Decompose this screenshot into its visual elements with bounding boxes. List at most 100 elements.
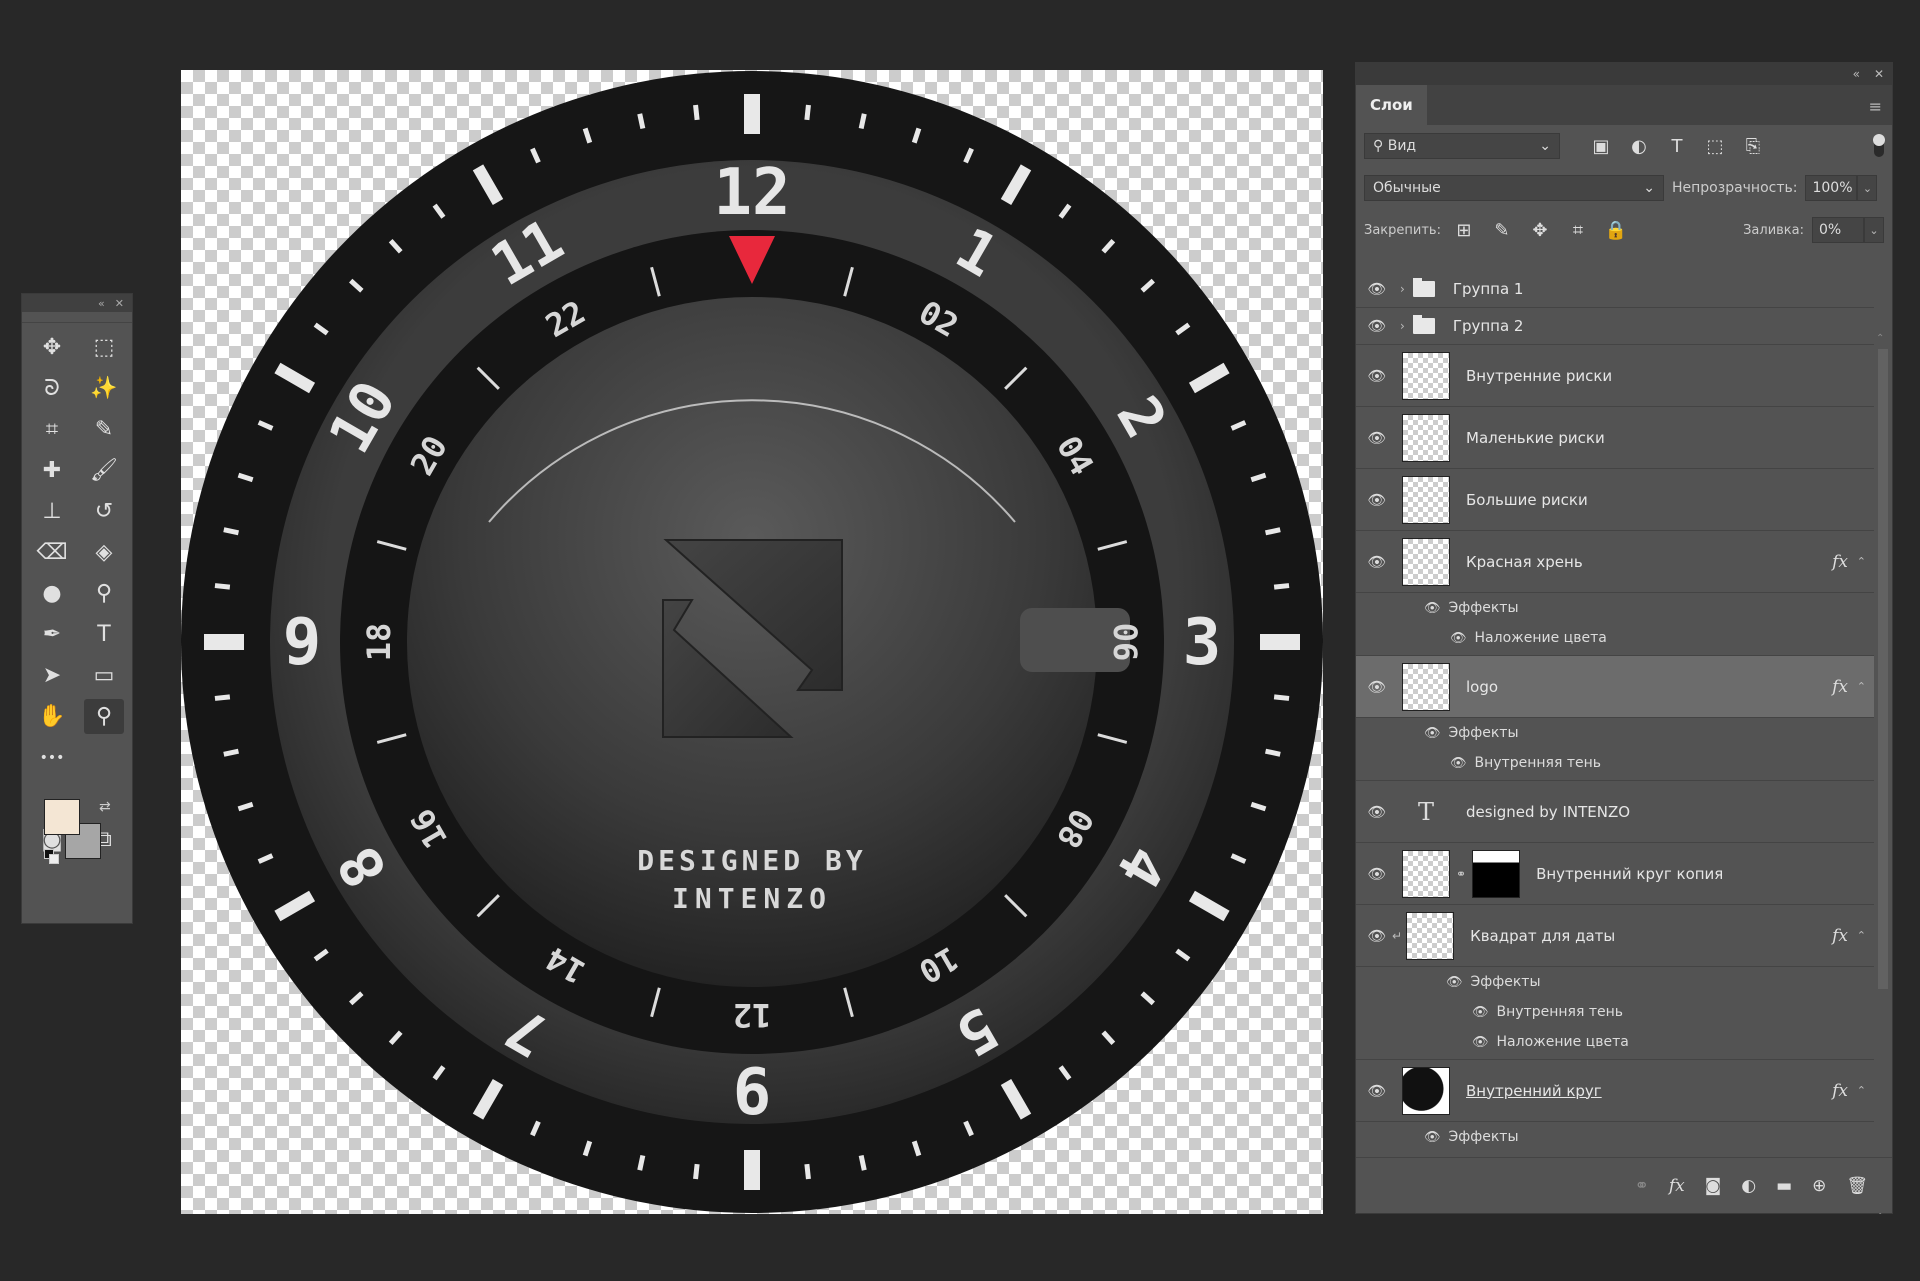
lock-pixels-icon[interactable]: ⊞ [1449,220,1479,241]
visibility-eye-icon[interactable]: 👁 [1356,803,1398,821]
layer-row[interactable]: 👁 ↵ Квадрат для даты fx ⌃ [1356,905,1874,967]
close-icon[interactable]: ✕ [1874,67,1884,81]
visibility-eye-icon[interactable]: 👁 [1356,280,1398,298]
chevron-up-icon[interactable]: ⌃ [1857,929,1866,942]
visibility-eye-icon[interactable]: 👁 [1356,553,1398,571]
new-group-icon[interactable]: ▬ [1776,1176,1792,1196]
effect-item[interactable]: 👁 Внутренняя тень [1356,997,1874,1027]
visibility-eye-icon[interactable]: 👁 [1356,491,1398,509]
zoom-icon[interactable]: ⚲ [84,699,124,734]
eraser-icon[interactable]: ⌫ [26,532,78,573]
pen-icon[interactable]: ✒ [26,614,78,655]
layer-row[interactable]: 👁 Красная хрень fx ⌃ [1356,531,1874,593]
chevron-up-icon[interactable]: ⌃ [1857,680,1866,693]
fill-slider-toggle[interactable]: ⌄ [1864,217,1884,243]
layer-row[interactable]: 👁 Маленькие риски [1356,407,1874,469]
lasso-icon[interactable]: ᘐ [26,368,78,409]
stamp-icon[interactable]: ⊥ [26,491,78,532]
layer-row[interactable]: 👁 › Группа 1 [1356,271,1874,308]
visibility-eye-icon[interactable]: 👁 [1356,317,1398,335]
hand-icon[interactable]: ✋ [26,696,78,737]
visibility-eye-icon[interactable]: 👁 [1424,1130,1441,1145]
layer-row[interactable]: 👁 Внутренние риски [1356,345,1874,407]
filter-kind-select[interactable]: ⚲ Вид ⌄ [1364,133,1560,159]
visibility-eye-icon[interactable]: 👁 [1356,367,1398,385]
filter-toggle[interactable] [1873,134,1885,157]
layer-mask-thumbnail[interactable] [1472,849,1521,898]
visibility-eye-icon[interactable]: 👁 [1356,678,1398,696]
visibility-eye-icon[interactable]: 👁 [1356,429,1398,447]
dodge-icon[interactable]: ⚲ [78,573,130,614]
eyedropper-icon[interactable]: ✎ [78,409,130,450]
crop-icon[interactable]: ⌗ [26,409,78,450]
filter-image-icon[interactable]: ▣ [1586,136,1616,157]
visibility-eye-icon[interactable]: 👁 [1424,601,1441,616]
add-style-icon[interactable]: fx [1669,1176,1685,1196]
effects-header[interactable]: 👁 Эффекты [1356,1122,1874,1147]
link-layers-icon[interactable]: ⚭ [1635,1176,1649,1196]
scroll-up-icon[interactable]: ⌃ [1876,333,1884,344]
layer-row[interactable]: 👁 ⚭ Внутренний круг копия [1356,843,1874,905]
path-select-icon[interactable]: ➤ [26,655,78,696]
lock-all-icon[interactable]: 🔒 [1601,220,1631,241]
new-layer-icon[interactable]: ⊕ [1812,1176,1826,1196]
swap-colors-icon[interactable]: ⇄ [99,799,111,815]
visibility-eye-icon[interactable]: 👁 [1472,1035,1489,1050]
collapse-icon[interactable]: « [98,297,105,310]
visibility-eye-icon[interactable]: 👁 [1472,1005,1489,1020]
visibility-eye-icon[interactable]: 👁 [1450,631,1467,646]
visibility-eye-icon[interactable]: 👁 [1450,756,1467,771]
layer-effects-icon[interactable]: fx [1832,1081,1848,1101]
foreground-color-swatch[interactable] [44,799,80,835]
more-tools-icon[interactable]: ••• [26,737,78,778]
blur-icon[interactable]: ● [26,573,78,614]
scrollbar-thumb[interactable] [1878,349,1888,989]
new-adjustment-icon[interactable]: ◐ [1741,1176,1756,1196]
effects-header[interactable]: 👁 Эффекты [1356,718,1874,748]
effects-header[interactable]: 👁 Эффекты [1356,593,1874,623]
move-icon[interactable]: ✥ [26,327,78,368]
close-icon[interactable]: ✕ [115,297,124,310]
filter-type-icon[interactable]: T [1662,136,1692,157]
marquee-icon[interactable]: ⬚ [78,327,130,368]
fill-input[interactable]: 0% [1812,217,1864,243]
layer-effects-icon[interactable]: fx [1832,552,1848,572]
lock-artboard-icon[interactable]: ⌗ [1563,220,1593,241]
layer-row[interactable]: 👁 Внутренний круг fx ⌃ [1356,1060,1874,1122]
blend-mode-select[interactable]: Обычные ⌄ [1364,175,1664,201]
type-icon[interactable]: T [78,614,130,655]
chevron-right-icon[interactable]: › [1400,319,1405,333]
chevron-up-icon[interactable]: ⌃ [1857,555,1866,568]
visibility-eye-icon[interactable]: 👁 [1446,975,1463,990]
magic-wand-icon[interactable]: ✨ [78,368,130,409]
panel-menu-icon[interactable]: ≡ [1869,97,1882,116]
collapse-icon[interactable]: « [1853,67,1860,81]
chevron-up-icon[interactable]: ⌃ [1857,1084,1866,1097]
history-brush-icon[interactable]: ↺ [78,491,130,532]
layer-effects-icon[interactable]: fx [1832,677,1848,697]
lock-paint-icon[interactable]: ✎ [1487,220,1517,241]
opacity-slider-toggle[interactable]: ⌄ [1857,175,1878,201]
effects-header[interactable]: 👁 Эффекты [1356,967,1874,997]
effect-item[interactable]: 👁 Внутренняя тень [1356,748,1874,778]
visibility-eye-icon[interactable]: 👁 [1356,1082,1398,1100]
visibility-eye-icon[interactable]: 👁 [1424,726,1441,741]
document-canvas[interactable]: 12 3 6 9 1 2 4 5 7 8 10 11 02 04 06 08 10 12 14 16 18 20 22 D… [181,70,1323,1214]
mask-link-icon[interactable]: ⚭ [1456,867,1466,881]
default-colors-icon[interactable] [44,849,59,864]
rectangle-icon[interactable]: ▭ [78,655,130,696]
effect-item[interactable]: 👁 Наложение цвета [1356,1027,1874,1057]
brush-icon[interactable]: 🖌 [78,450,130,491]
layer-row[interactable]: 👁 › Группа 2 [1356,308,1874,345]
healing-brush-icon[interactable]: ✚ [26,450,78,491]
layers-scrollbar[interactable]: ⌃ ⌄ [1876,333,1888,1217]
tools-grip[interactable] [22,312,132,323]
chevron-right-icon[interactable]: › [1400,282,1405,296]
layer-row[interactable]: 👁 logo fx ⌃ [1356,656,1874,718]
filter-adjustment-icon[interactable]: ◐ [1624,136,1654,157]
layer-row[interactable]: 👁 Большие риски [1356,469,1874,531]
filter-smart-object-icon[interactable]: ⎘ [1738,136,1768,157]
visibility-eye-icon[interactable]: 👁 [1356,865,1398,883]
tab-layers[interactable]: Слои [1356,85,1427,125]
add-mask-icon[interactable]: ◙ [1705,1176,1722,1196]
